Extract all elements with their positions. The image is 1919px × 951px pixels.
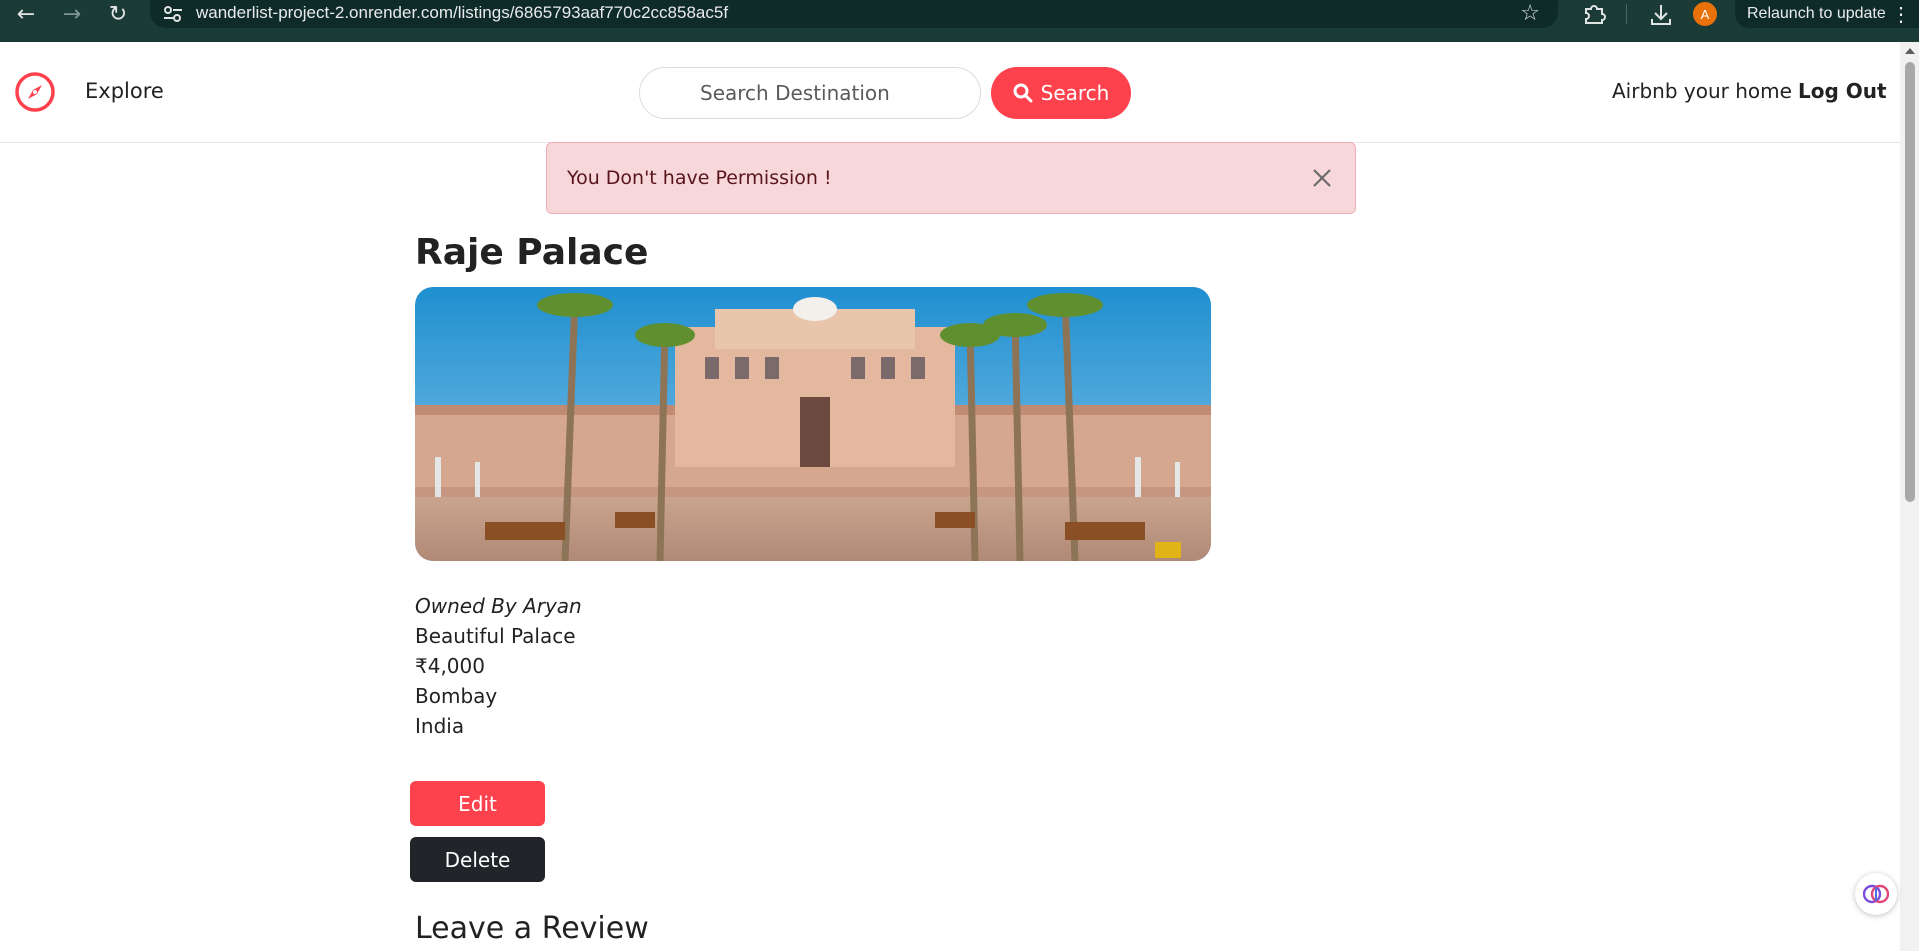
nav-explore-link[interactable]: Explore: [85, 79, 164, 103]
url-text[interactable]: wanderlist-project-2.onrender.com/listin…: [196, 3, 728, 23]
compass-logo-icon[interactable]: [14, 71, 56, 113]
floating-assistant-button[interactable]: [1855, 873, 1897, 915]
airbnb-your-home-link[interactable]: Airbnb your home: [1612, 79, 1792, 103]
alert-message: You Don't have Permission !: [567, 167, 832, 189]
search-input[interactable]: [639, 67, 981, 119]
listing-details: Owned By Aryan Beautiful Palace ₹4,000 B…: [415, 591, 582, 741]
edit-button[interactable]: Edit: [410, 781, 545, 826]
listing-image: [415, 287, 1211, 561]
reload-icon[interactable]: ↻: [100, 0, 136, 28]
listing-description: Beautiful Palace: [415, 624, 576, 648]
download-icon[interactable]: [1645, 2, 1677, 28]
listing-owner: Owned By Aryan: [415, 594, 582, 618]
browser-toolbar: ← → ↻ wanderlist-project-2.onrender.com/…: [0, 0, 1919, 42]
search-icon: [1013, 83, 1033, 103]
profile-avatar[interactable]: A: [1693, 2, 1717, 26]
listing-price: ₹4,000: [415, 654, 485, 678]
review-section-heading: Leave a Review: [415, 911, 649, 946]
scroll-up-arrow-icon[interactable]: [1905, 48, 1915, 54]
address-bar[interactable]: wanderlist-project-2.onrender.com/listin…: [150, 0, 1558, 28]
flash-error-alert: You Don't have Permission !: [546, 142, 1356, 214]
forward-arrow-icon[interactable]: →: [54, 0, 90, 28]
logout-link[interactable]: Log Out: [1798, 79, 1887, 103]
brain-icon: [1863, 884, 1889, 904]
search-button-label: Search: [1040, 81, 1110, 105]
listing-location: Bombay: [415, 684, 498, 708]
scrollbar-thumb[interactable]: [1905, 62, 1915, 502]
relaunch-button[interactable]: Relaunch to update ⋮: [1735, 0, 1919, 28]
listing-country: India: [415, 714, 465, 738]
site-navbar: Explore Search Airbnb your home Log Out: [0, 42, 1900, 143]
back-arrow-icon[interactable]: ←: [8, 0, 44, 28]
extensions-puzzle-icon[interactable]: [1580, 3, 1608, 25]
bookmark-star-icon[interactable]: ☆: [1520, 1, 1540, 26]
listing-title: Raje Palace: [415, 232, 649, 273]
close-icon[interactable]: [1309, 165, 1335, 191]
relaunch-label: Relaunch to update: [1747, 5, 1886, 22]
search-button[interactable]: Search: [991, 67, 1131, 119]
delete-button[interactable]: Delete: [410, 837, 545, 882]
page-scrollbar[interactable]: [1900, 42, 1919, 951]
menu-kebab-icon[interactable]: ⋮: [1891, 2, 1911, 27]
toolbar-divider: [1626, 4, 1627, 24]
site-settings-icon[interactable]: [162, 4, 184, 24]
